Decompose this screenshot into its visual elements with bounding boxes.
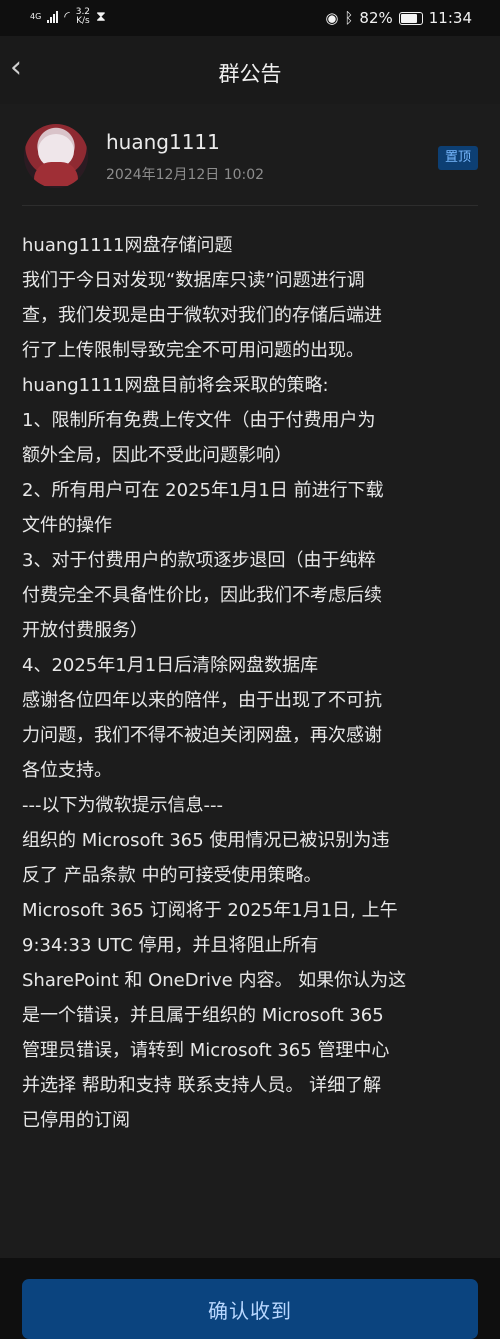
network-type: 4G <box>30 12 42 21</box>
confirm-received-button[interactable]: 确认收到 <box>22 1279 478 1339</box>
network-speed: 3.2 K/s <box>76 8 90 26</box>
battery-percent: 82% <box>359 9 393 27</box>
battery-icon <box>398 11 423 25</box>
author-name: huang1111 <box>106 130 220 154</box>
network-speed-unit: K/s <box>76 16 90 26</box>
status-right: ◉ ᛒ 82% 11:34 <box>325 9 472 27</box>
divider <box>22 205 478 206</box>
announcement-card: huang1111 2024年12月12日 10:02 置顶 huang1111… <box>0 104 500 1339</box>
status-bar: 4G ◜ 3.2 K/s ⧗ ◉ ᛒ 82% 11:34 <box>0 0 500 36</box>
page-title: 群公告 <box>218 62 282 86</box>
top-app-bar: ‹ 群公告 <box>0 36 500 104</box>
clock: 11:34 <box>428 9 472 27</box>
announcement-body: huang1111网盘存储问题 我们于今日对发现“数据库只读”问题进行调 查，我… <box>22 235 407 1131</box>
eye-icon: ◉ <box>325 9 339 27</box>
signal-icon <box>47 11 59 23</box>
post-date: 2024年12月12日 10:02 <box>106 167 265 183</box>
bluetooth-icon: ᛒ <box>344 9 354 27</box>
status-left: 4G ◜ 3.2 K/s ⧗ <box>30 8 106 26</box>
pinned-badge: 置顶 <box>437 146 478 170</box>
avatar <box>24 124 88 188</box>
hourglass-icon: ⧗ <box>96 9 106 25</box>
wifi-icon: ◜ <box>64 9 70 25</box>
